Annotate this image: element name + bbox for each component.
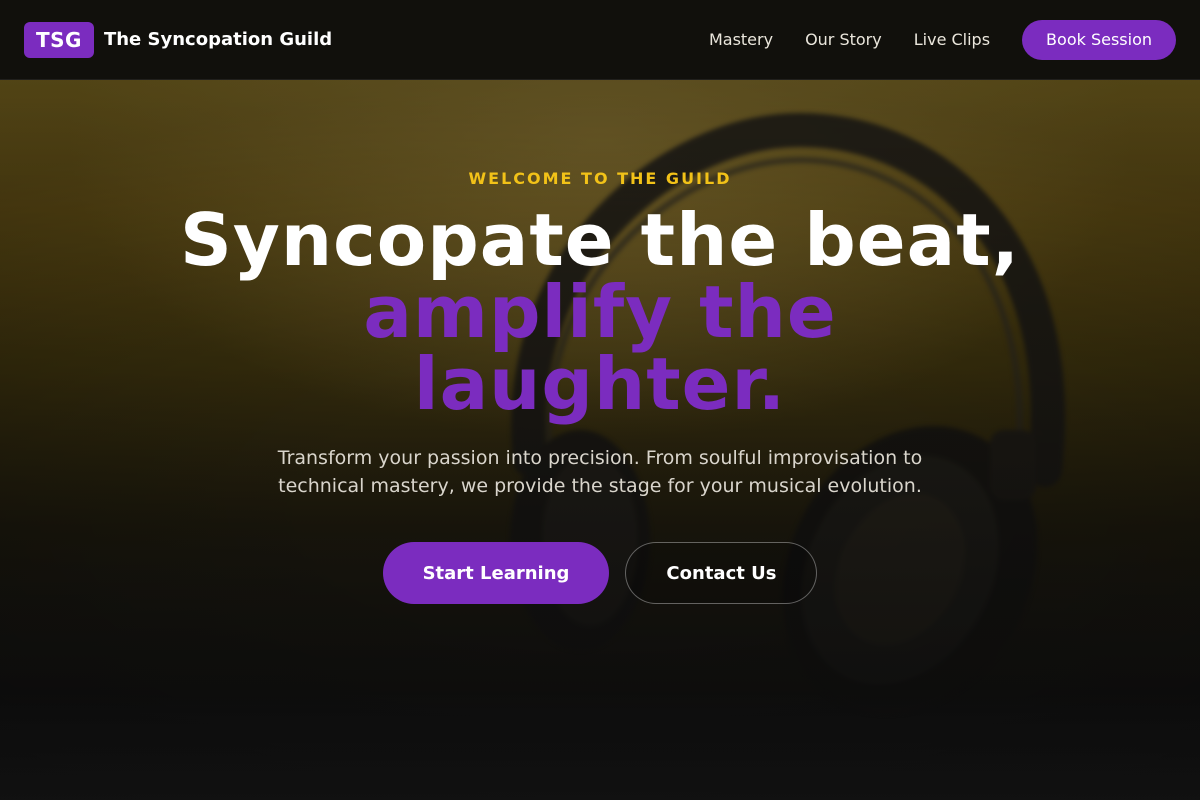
nav-link-live-clips[interactable]: Live Clips — [914, 30, 990, 49]
brand-badge: TSG — [24, 21, 94, 58]
nav-link-mastery[interactable]: Mastery — [709, 30, 773, 49]
main-nav: Mastery Our Story Live Clips Book Sessio… — [709, 19, 1176, 60]
brand-logo-link[interactable]: TSG The Syncopation Guild — [24, 21, 333, 58]
contact-us-button[interactable]: Contact Us — [625, 542, 818, 604]
start-learning-button[interactable]: Start Learning — [382, 542, 610, 604]
hero-cta-row: Start Learning Contact Us — [382, 542, 818, 604]
hero-subtitle: Transform your passion into precision. F… — [277, 447, 923, 497]
hero-section: WELCOME TO THE GUILD Syncopate the beat,… — [0, 80, 1200, 800]
nav-link-our-story[interactable]: Our Story — [805, 30, 882, 49]
hero-eyebrow: WELCOME TO THE GUILD — [468, 169, 732, 188]
brand-name: The Syncopation Guild — [103, 29, 333, 50]
hero-headline: Syncopate the beat, amplify the laughter… — [180, 204, 1020, 420]
headline-line-1: Syncopate the beat, — [180, 198, 1020, 282]
book-session-button[interactable]: Book Session — [1022, 19, 1176, 60]
headline-line-2: amplify the laughter. — [363, 270, 837, 426]
landing-page: TSG The Syncopation Guild Mastery Our St… — [0, 0, 1200, 800]
site-header: TSG The Syncopation Guild Mastery Our St… — [0, 0, 1200, 80]
